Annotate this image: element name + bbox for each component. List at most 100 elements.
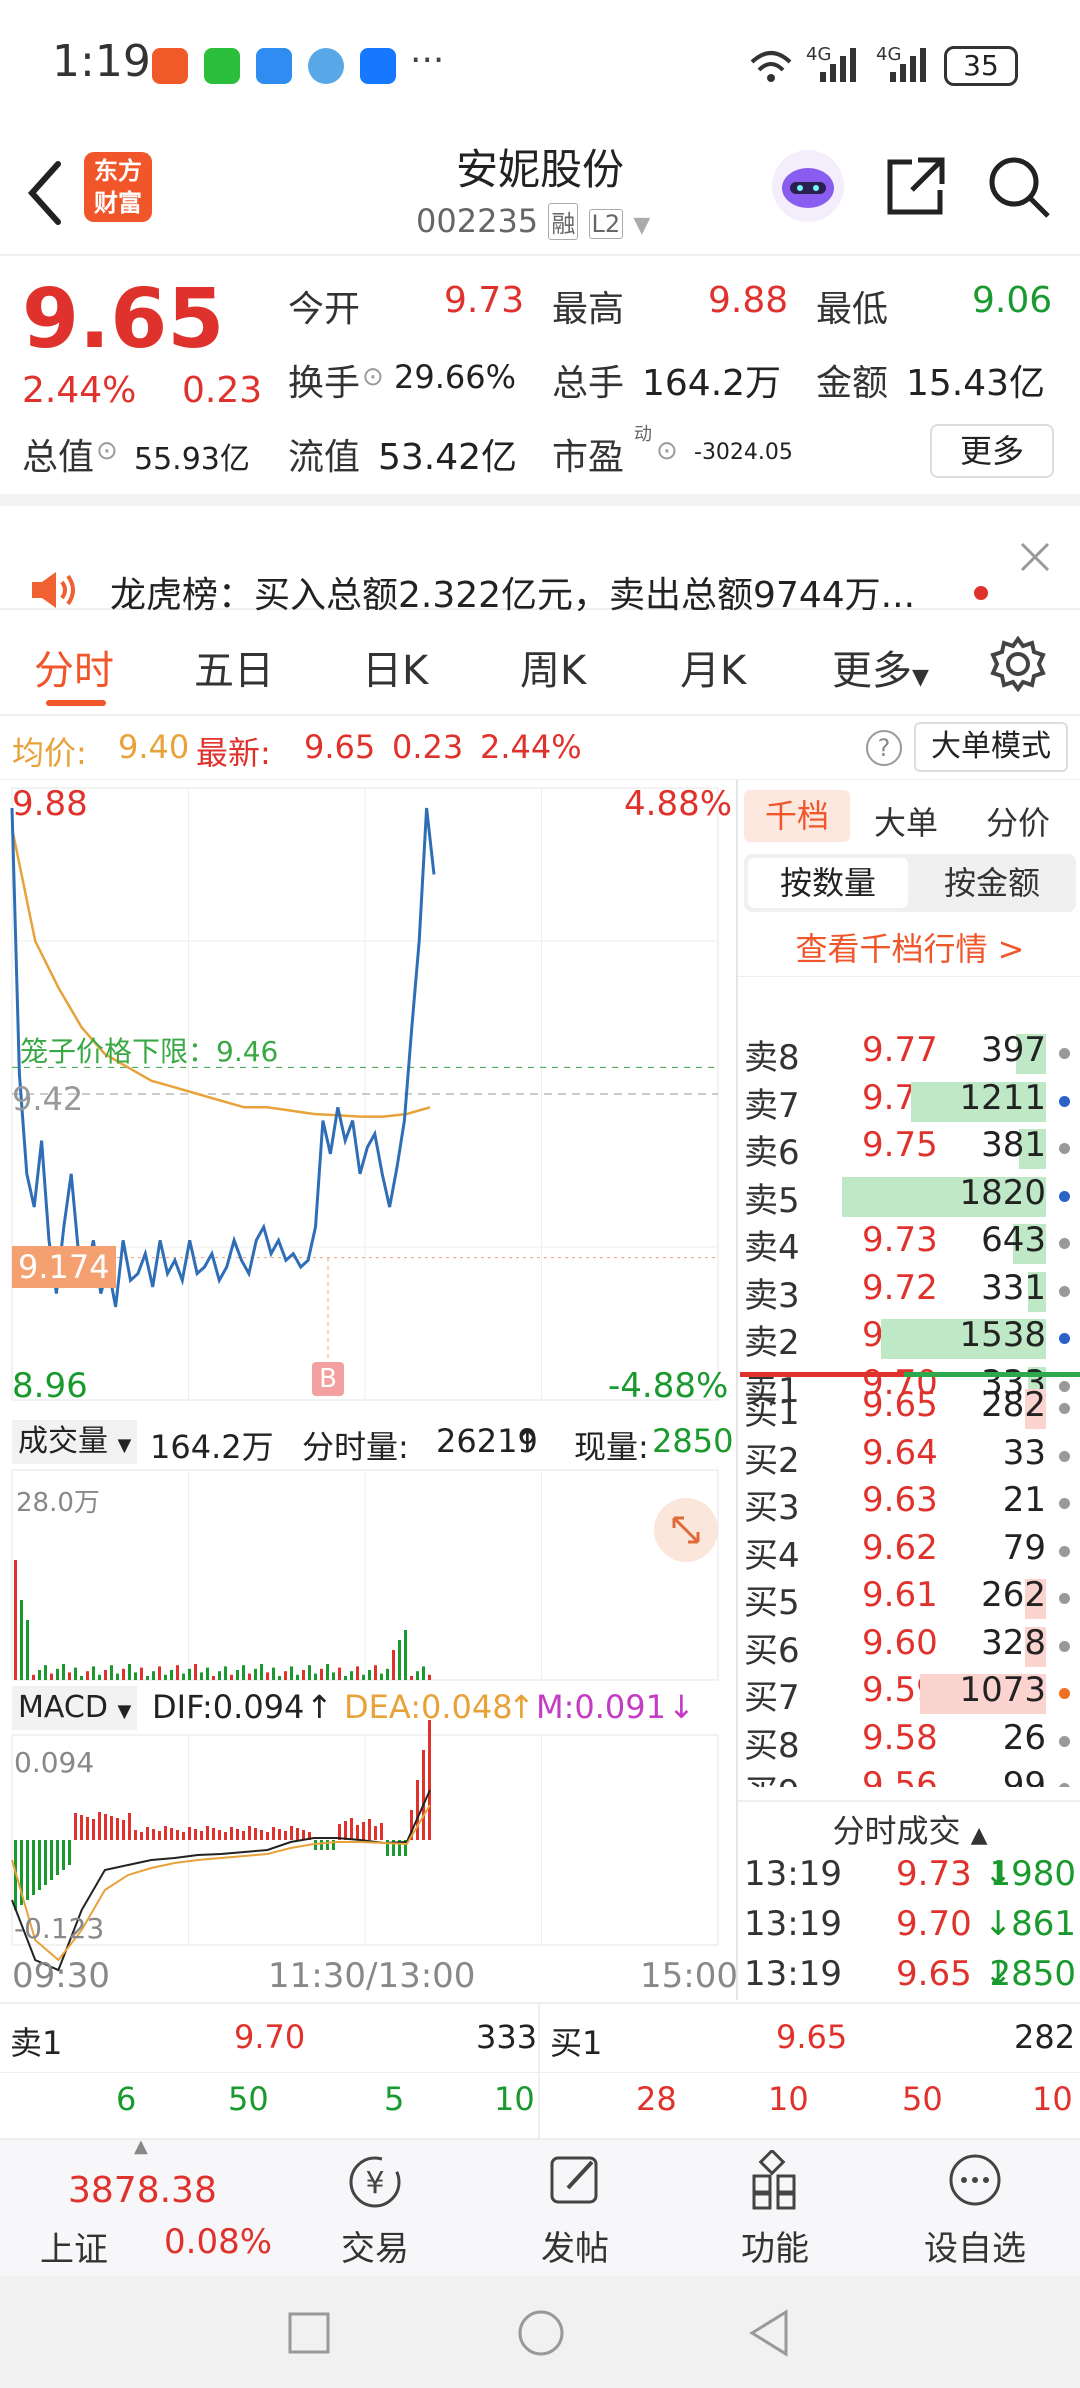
macd-bar — [290, 1826, 293, 1840]
bid-row[interactable]: 买6 9.60 328 — [738, 1623, 1080, 1671]
alipay-icon — [360, 48, 396, 84]
tab-five-day[interactable]: 五日 — [194, 638, 274, 696]
tab-weekly-k[interactable]: 周K — [520, 638, 586, 696]
ask-row[interactable]: 卖4 9.73 643 — [738, 1220, 1080, 1268]
trade-qty: 861 — [1011, 1904, 1076, 1944]
close-icon[interactable] — [1018, 540, 1052, 574]
bid-row[interactable]: 买3 9.63 21 — [738, 1480, 1080, 1528]
macd-bar — [362, 1822, 365, 1840]
expand-button[interactable] — [654, 1498, 718, 1562]
tab-more[interactable]: 更多▼ — [832, 638, 929, 696]
bid-row[interactable]: 买1 9.65 282 — [738, 1385, 1080, 1433]
bid-price: 9.65 — [862, 1385, 938, 1425]
tab-daily-k[interactable]: 日K — [362, 638, 428, 696]
help-icon[interactable]: ? — [866, 730, 902, 766]
macd-bar — [326, 1840, 329, 1850]
macd-bar — [200, 1831, 203, 1840]
bid-row[interactable]: 买4 9.62 79 — [738, 1528, 1080, 1576]
trade-direction-arrow: ↓ — [984, 1904, 1013, 1944]
volume-bar — [116, 1673, 119, 1680]
info-icon[interactable]: ⊙ — [96, 436, 118, 466]
macd-selector[interactable]: MACD ▼ — [12, 1686, 138, 1730]
level-dot — [1059, 1735, 1070, 1747]
ask-row[interactable]: 卖3 9.72 331 — [738, 1268, 1080, 1316]
info-icon[interactable]: ⊙ — [362, 362, 384, 392]
macd-bar — [152, 1829, 155, 1840]
tab-thousand-levels[interactable]: 千档 — [744, 790, 850, 842]
volume-bar — [284, 1671, 287, 1680]
share-icon[interactable] — [884, 154, 948, 218]
macd-bar — [242, 1831, 245, 1840]
ask-qty: 1211 — [959, 1077, 1046, 1118]
volume-bar — [68, 1672, 71, 1680]
home-icon[interactable] — [516, 2308, 566, 2358]
macd-bar — [98, 1812, 101, 1840]
ask-row[interactable]: 卖6 9.75 381 — [738, 1125, 1080, 1173]
stock-code-row[interactable]: 002235 融 L2 ▼ — [416, 202, 650, 240]
robot-assistant-icon[interactable] — [770, 148, 846, 224]
bid-qty: 33 — [1002, 1432, 1046, 1473]
volume-selector[interactable]: 成交量 ▼ — [12, 1420, 138, 1464]
bid-level-label: 买6 — [744, 1630, 800, 1671]
l1-bid-price: 9.65 — [776, 2018, 848, 2056]
view-full-depth-link[interactable]: 查看千档行情 > — [738, 924, 1080, 970]
bid-row[interactable]: 买9 9.56 99 — [738, 1765, 1080, 1787]
tab-monthly-k[interactable]: 月K — [680, 638, 746, 696]
bid-row[interactable]: 买7 9.59 1073 — [738, 1670, 1080, 1718]
pe-value: -3024.05 — [694, 440, 793, 465]
macd-bar — [140, 1832, 143, 1840]
edit-icon — [550, 2156, 598, 2204]
macd-bar — [26, 1840, 29, 1900]
stock-code: 002235 — [416, 202, 539, 240]
ask-row[interactable]: 卖29.711538 — [738, 1315, 1080, 1363]
tab-intraday[interactable]: 分时 — [34, 638, 114, 696]
nav-functions[interactable]: 功能 — [700, 2148, 850, 2270]
nav-add-watchlist[interactable]: 设自选 — [900, 2150, 1050, 2270]
bid-price: 9.62 — [862, 1527, 938, 1568]
recent-apps-icon[interactable] — [286, 2310, 332, 2356]
latest-value: 9.65 — [304, 728, 376, 766]
expand-icon — [672, 1516, 700, 1544]
sort-by-quantity[interactable]: 按数量 — [748, 858, 908, 908]
macd-bar — [356, 1825, 359, 1840]
bid-row[interactable]: 买8 9.58 26 — [738, 1718, 1080, 1766]
index-ticker[interactable]: ▲ 3878.38 上证 0.08% — [10, 2136, 272, 2278]
volume-bar — [134, 1672, 137, 1680]
signal-icon-2 — [890, 48, 926, 82]
trades-header[interactable]: 分时成交 ▲ — [738, 1806, 1080, 1852]
high-label: 最高 — [552, 289, 625, 330]
info-icon[interactable]: ⊙ — [656, 436, 678, 466]
notice-bar[interactable]: 龙虎榜：买入总额2.322亿元，卖出总额9744万... — [0, 518, 1080, 616]
bid-qty: 79 — [1002, 1527, 1046, 1568]
search-icon[interactable] — [986, 154, 1052, 220]
volume-bar — [92, 1666, 95, 1680]
bid-row[interactable]: 买5 9.61 262 — [738, 1575, 1080, 1623]
macd-bar — [146, 1827, 149, 1840]
divider — [738, 976, 1080, 977]
ask-row[interactable]: 卖8 9.77 397 — [738, 1030, 1080, 1078]
ask-row[interactable]: 卖7 9.76 1211 — [738, 1078, 1080, 1126]
tab-price-distribution[interactable]: 分价 — [986, 798, 1050, 844]
nav-post[interactable]: 发帖 — [500, 2150, 650, 2270]
tab-big-orders[interactable]: 大单 — [874, 798, 938, 844]
index-name: 上证 — [40, 2230, 108, 2270]
bid-price: 9.60 — [862, 1622, 938, 1663]
high-value: 9.88 — [708, 280, 789, 321]
back-nav-icon[interactable] — [746, 2308, 792, 2358]
y-axis-bottom-price: 8.96 — [12, 1366, 88, 1406]
nav-trade[interactable]: ¥ 交易 — [300, 2150, 450, 2270]
buy-marker[interactable]: B — [312, 1362, 344, 1396]
big-order-mode-button[interactable]: 大单模式 — [914, 722, 1068, 772]
macd-selector-label: MACD — [18, 1690, 108, 1725]
settings-gear-icon[interactable] — [990, 636, 1046, 692]
level-dot — [1059, 1238, 1070, 1249]
intraday-chart[interactable]: 9.88 4.88% 笼子价格下限：9.46 9.42 9.174 B 8.96… — [0, 780, 738, 2000]
bid-row[interactable]: 买2 9.64 33 — [738, 1433, 1080, 1481]
sort-by-amount[interactable]: 按金额 — [912, 858, 1072, 908]
level-dot — [1059, 1640, 1070, 1652]
ask-price: 9.77 — [862, 1030, 938, 1070]
ask-row[interactable]: 卖59.741820 — [738, 1173, 1080, 1221]
up-arrow-icon: ↑ — [514, 1422, 541, 1460]
trade-row: 13:19 9.70 ↓ 861 — [738, 1904, 1080, 1952]
more-button[interactable]: 更多 — [930, 424, 1054, 478]
